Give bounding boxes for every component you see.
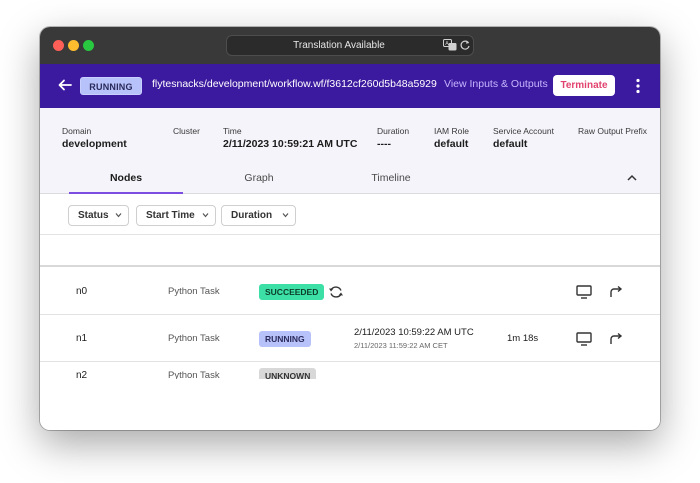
table-empty-space — [40, 379, 660, 430]
terminate-button[interactable]: Terminate — [553, 75, 615, 96]
filter-start-time[interactable]: Start Time — [136, 205, 216, 226]
filter-duration-label: Duration — [231, 210, 273, 221]
node-id: n0 — [76, 286, 88, 297]
reload-icon[interactable] — [459, 39, 471, 51]
detail-domain-value: development — [62, 138, 127, 150]
tab-bar: Nodes Graph Timeline — [40, 163, 660, 194]
monitor-icon[interactable] — [576, 285, 592, 299]
detail-domain: Domain development — [62, 126, 127, 150]
node-duration: 1m 18s — [507, 333, 539, 344]
node-start-time-local: 2/11/2023 11:59:22 AM CET — [354, 341, 448, 350]
detail-duration: Duration ---- — [377, 126, 409, 150]
table-header — [40, 236, 660, 267]
table-row[interactable]: n1 Python Task RUNNING 2/11/2023 10:59:2… — [40, 315, 660, 362]
node-status-badge: SUCCEEDED — [259, 284, 325, 300]
table-row[interactable]: n0 Python Task SUCCEEDED — [40, 268, 660, 315]
detail-time: Time 2/11/2023 10:59:21 AM UTC — [223, 126, 357, 150]
detail-raw-output-prefix-label: Raw Output Prefix — [578, 126, 647, 136]
execution-details: Domain development Cluster Time 2/11/202… — [40, 108, 660, 163]
detail-time-label: Time — [223, 126, 242, 136]
tab-nodes[interactable]: Nodes — [69, 163, 183, 194]
node-type: Python Task — [168, 333, 220, 344]
detail-iam-role-value: default — [434, 138, 469, 150]
rerun-icon[interactable] — [608, 285, 624, 299]
execution-header: RUNNING flytesnacks/development/workflow… — [40, 64, 660, 108]
node-status-badge: RUNNING — [259, 331, 311, 347]
address-bar[interactable]: Translation Available A — [226, 35, 474, 56]
close-window-button[interactable] — [53, 40, 64, 51]
detail-service-account-value: default — [493, 138, 528, 150]
detail-iam-role-label: IAM Role — [434, 126, 469, 136]
execution-status-badge: RUNNING — [80, 77, 142, 95]
tab-graph[interactable]: Graph — [202, 163, 316, 194]
filter-start-time-label: Start Time — [146, 210, 195, 221]
detail-time-value: 2/11/2023 10:59:21 AM UTC — [223, 138, 358, 150]
tab-timeline[interactable]: Timeline — [334, 163, 448, 194]
detail-cluster-label: Cluster — [173, 126, 200, 136]
monitor-icon[interactable] — [576, 332, 592, 346]
node-start-time-utc: 2/11/2023 10:59:22 AM UTC — [354, 327, 474, 338]
detail-service-account-label: Service Account — [493, 126, 554, 136]
browser-window: Translation Available A RUNNING flytesna… — [40, 27, 660, 430]
maximize-window-button[interactable] — [83, 40, 94, 51]
address-bar-text: Translation Available — [293, 40, 385, 51]
detail-service-account: Service Account default — [493, 126, 554, 150]
view-inputs-outputs-link[interactable]: View Inputs & Outputs — [444, 78, 548, 90]
translate-icon[interactable]: A — [443, 39, 457, 51]
node-type: Python Task — [168, 286, 220, 297]
chevron-down-icon — [202, 213, 209, 218]
svg-text:A: A — [445, 41, 449, 47]
detail-domain-label: Domain — [62, 126, 92, 136]
chevron-down-icon — [282, 213, 289, 218]
more-vertical-icon[interactable] — [634, 77, 642, 95]
filter-bar: Status Start Time Duration — [40, 195, 660, 235]
filter-status-label: Status — [78, 210, 109, 221]
arrow-left-icon[interactable] — [57, 77, 73, 93]
detail-raw-output-prefix: Raw Output Prefix — [578, 126, 647, 138]
workflow-path: flytesnacks/development/workflow.wf/f361… — [152, 78, 437, 90]
minimize-window-button[interactable] — [68, 40, 79, 51]
detail-cluster: Cluster — [173, 126, 200, 138]
filter-status[interactable]: Status — [68, 205, 129, 226]
chevron-down-icon — [115, 213, 122, 218]
cache-refresh-icon — [329, 286, 343, 298]
browser-titlebar: Translation Available A — [40, 27, 660, 64]
rerun-icon[interactable] — [608, 332, 624, 346]
detail-duration-value: ---- — [377, 138, 391, 150]
detail-iam-role: IAM Role default — [434, 126, 469, 150]
detail-duration-label: Duration — [377, 126, 410, 136]
node-id: n1 — [76, 333, 88, 344]
filter-duration[interactable]: Duration — [221, 205, 296, 226]
chevron-up-icon[interactable] — [626, 173, 638, 183]
